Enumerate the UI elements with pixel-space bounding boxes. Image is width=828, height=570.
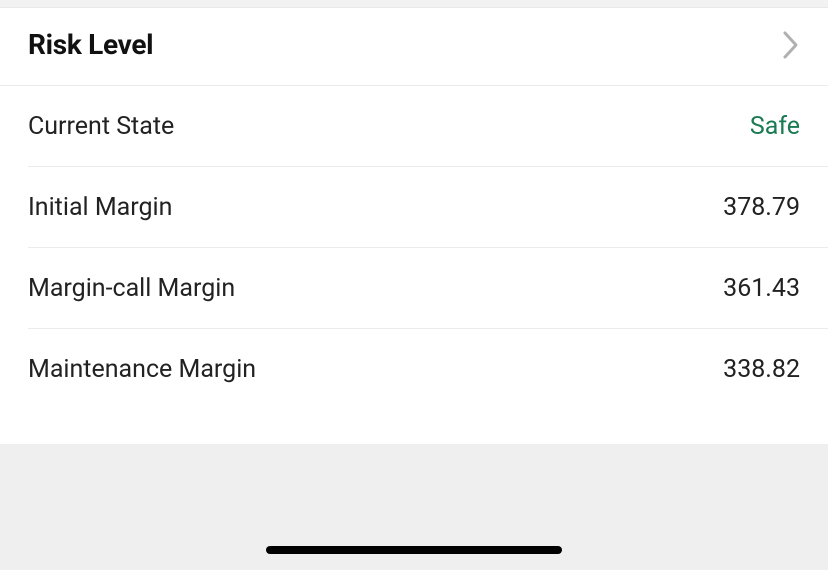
chevron-right-icon: [782, 30, 800, 60]
margin-call-margin-value: 361.43: [723, 274, 800, 303]
current-state-value: Safe: [750, 112, 800, 141]
home-indicator[interactable]: [266, 546, 562, 554]
footer-area: [0, 444, 828, 570]
row-current-state: Current State Safe: [0, 86, 828, 167]
maintenance-margin-value: 338.82: [723, 355, 800, 384]
top-divider: [0, 0, 828, 8]
initial-margin-label: Initial Margin: [28, 193, 172, 222]
risk-level-list: Current State Safe Initial Margin 378.79…: [0, 86, 828, 410]
current-state-label: Current State: [28, 112, 174, 141]
row-maintenance-margin: Maintenance Margin 338.82: [0, 329, 828, 410]
risk-level-header[interactable]: Risk Level: [0, 8, 828, 86]
maintenance-margin-label: Maintenance Margin: [28, 355, 256, 384]
row-initial-margin: Initial Margin 378.79: [0, 167, 828, 248]
margin-call-margin-label: Margin-call Margin: [28, 274, 235, 303]
row-margin-call-margin: Margin-call Margin 361.43: [0, 248, 828, 329]
page-title: Risk Level: [28, 28, 153, 61]
initial-margin-value: 378.79: [723, 193, 800, 222]
